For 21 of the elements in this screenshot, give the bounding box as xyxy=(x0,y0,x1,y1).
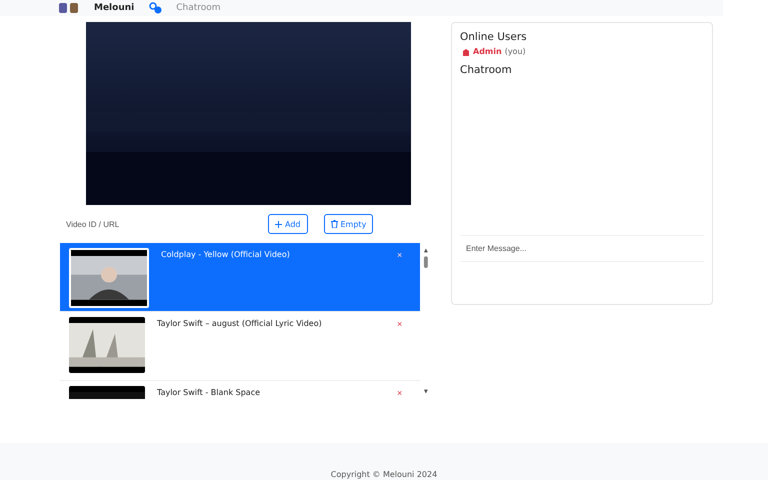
remove-button[interactable]: × xyxy=(396,317,412,331)
brand-name[interactable]: Melouni xyxy=(94,3,134,13)
user-note: (you) xyxy=(504,47,526,56)
user-name: Admin xyxy=(473,47,502,56)
video-title: Taylor Swift - Blank Space xyxy=(157,387,262,399)
logo-icon xyxy=(58,2,80,14)
message-field[interactable]: Enter Message... xyxy=(460,235,704,262)
video-title: Taylor Swift – august (Official Lyric Video) xyxy=(157,318,323,330)
nav-link[interactable]: Chatroom xyxy=(176,3,221,13)
remove-button[interactable]: × xyxy=(396,248,412,262)
section-title: Chatroom xyxy=(460,64,513,76)
add-button[interactable]: Add xyxy=(268,214,308,234)
playlist-item[interactable]: Coldplay - Yellow (Official Video) × xyxy=(60,243,420,312)
video-title: Coldplay - Yellow (Official Video) xyxy=(161,249,291,261)
remove-button[interactable]: × xyxy=(396,386,412,399)
video-url-field[interactable]: Video ID / URL xyxy=(60,220,252,228)
empty-button[interactable]: Empty xyxy=(324,214,374,234)
trash-icon xyxy=(330,220,338,228)
section-title: Online Users xyxy=(460,31,528,43)
plus-icon xyxy=(275,220,282,228)
copyright-text: Copyright © Melouni 2024 xyxy=(330,470,438,479)
